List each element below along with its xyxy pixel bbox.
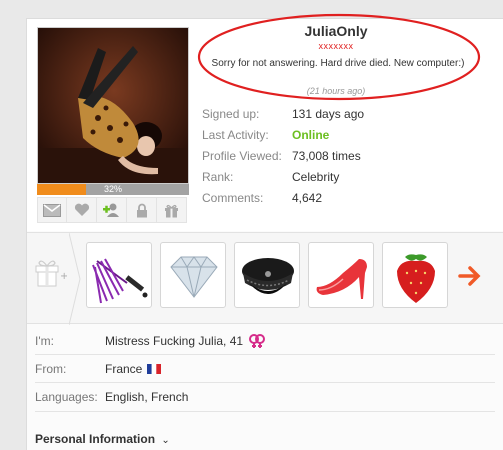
stat-last-activity: Last Activity: Online — [202, 124, 364, 145]
heart-icon — [74, 203, 89, 216]
detail-value: Mistress Fucking Julia, 41 — [105, 334, 244, 348]
stat-label: Last Activity: — [202, 127, 269, 142]
lock-icon — [136, 203, 147, 217]
profile-actions — [37, 197, 189, 223]
gifts-strip: + — [27, 232, 503, 325]
strawberry-icon — [397, 254, 435, 303]
police-cap-icon — [242, 258, 294, 294]
detail-label: From: — [35, 362, 67, 376]
stat-value: Celebrity — [292, 169, 340, 184]
add-friend-icon — [102, 203, 119, 217]
stat-rank: Rank: Celebrity — [202, 166, 364, 187]
svg-text:+: + — [60, 271, 67, 282]
gift-slot-strawberry[interactable] — [382, 242, 448, 308]
profile-photo-image — [38, 28, 188, 183]
detail-value: English, French — [105, 390, 189, 404]
detail-im: I'm: Mistress Fucking Julia, 41 — [35, 333, 267, 349]
favorite-button[interactable] — [67, 197, 97, 223]
whip-icon — [92, 258, 148, 304]
detail-from: From: France — [35, 362, 162, 376]
detail-languages: Languages: English, French — [35, 390, 188, 404]
gift-strip-divider — [69, 233, 81, 325]
next-gifts-arrow-icon[interactable] — [457, 263, 483, 289]
stat-label: Comments: — [202, 190, 264, 205]
stat-comments: Comments: 4,642 — [202, 187, 364, 208]
stat-signed-up: Signed up: 131 days ago — [202, 103, 364, 124]
stat-label: Profile Viewed: — [202, 148, 282, 163]
envelope-icon — [43, 203, 61, 217]
profile-photo[interactable] — [37, 27, 189, 184]
stat-label: Signed up: — [202, 106, 260, 121]
add-friend-button[interactable] — [97, 197, 127, 223]
gift-icon — [165, 204, 178, 217]
stat-value: 73,008 times — [292, 148, 361, 163]
detail-divider — [35, 354, 495, 355]
gift-box-icon[interactable]: + — [33, 255, 67, 289]
status-message: Sorry for not answering. Hard drive died… — [211, 58, 465, 69]
progress-label: 32% — [103, 184, 122, 194]
status-timestamp: (21 hours ago) — [306, 86, 366, 96]
gift-slot-high-heel[interactable] — [308, 242, 374, 308]
high-heel-icon — [316, 259, 367, 299]
send-message-button[interactable] — [37, 197, 67, 223]
username[interactable]: JuliaOnly — [199, 23, 473, 39]
chevron-down-icon: ⌄ — [161, 435, 170, 446]
detail-label: Languages: — [35, 390, 98, 404]
stat-value: 131 days ago — [292, 106, 365, 121]
detail-value: France — [105, 362, 143, 376]
profile-progress-bar: 32% — [37, 184, 189, 195]
gift-slot-whip[interactable] — [86, 242, 152, 308]
detail-label: I'm: — [35, 334, 54, 348]
gift-slot-diamond[interactable] — [160, 242, 226, 308]
send-gift-button[interactable] — [157, 197, 187, 223]
personal-information-toggle[interactable]: Personal Information ⌄ — [35, 432, 170, 446]
profile-header: 32% JuliaOnly xxxxxxx Sorry for not answ… — [27, 13, 503, 231]
stat-label: Rank: — [202, 169, 234, 184]
stat-profile-viewed: Profile Viewed: 73,008 times — [202, 145, 364, 166]
profile-card: 32% JuliaOnly xxxxxxx Sorry for not answ… — [26, 13, 503, 450]
diamond-icon — [170, 256, 218, 298]
profile-stats: Signed up: 131 days ago Last Activity: O… — [202, 103, 364, 208]
personal-information-label: Personal Information — [35, 432, 156, 446]
detail-divider — [35, 411, 495, 412]
block-button[interactable] — [127, 197, 157, 223]
france-flag-icon — [147, 364, 162, 374]
female-female-icon — [249, 334, 266, 348]
username-subtitle: xxxxxxx — [318, 41, 354, 51]
gift-slot-police-cap[interactable] — [234, 242, 300, 308]
detail-divider — [35, 382, 495, 383]
online-status: Online — [292, 127, 330, 142]
stat-value: 4,642 — [292, 190, 323, 205]
